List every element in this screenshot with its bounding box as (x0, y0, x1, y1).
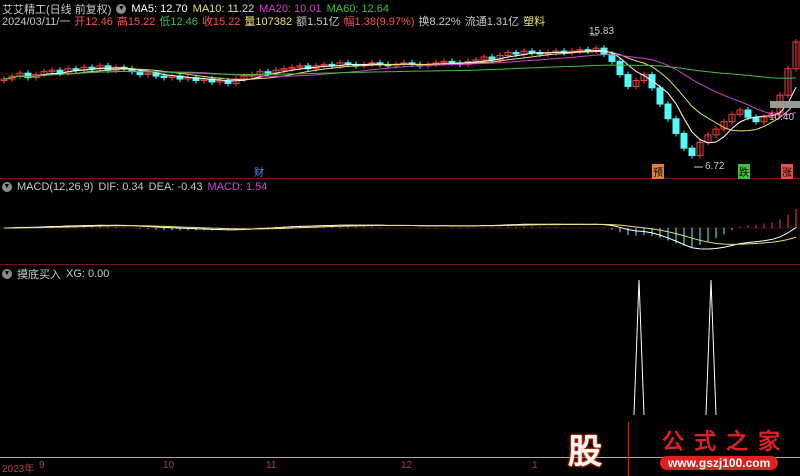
candle-body (264, 71, 272, 74)
axis-year: 2023年 (2, 464, 35, 475)
candle-body (672, 118, 680, 134)
watermark-logo: 股 公式之家 www.gszj100.com (560, 420, 800, 476)
dea-value: DEA: -0.43 (148, 181, 203, 193)
marker-rise[interactable]: 涨 (781, 164, 793, 179)
panel-divider (0, 264, 800, 265)
axis-month: 1 (532, 460, 538, 471)
xg-value: XG: 0.00 (66, 268, 110, 280)
xg-signal-spike (633, 279, 645, 416)
xg-header: ▼ 摸底买入 XG: 0.00 (2, 266, 109, 282)
candle-body (448, 60, 456, 64)
chevron-down-icon[interactable]: ▼ (2, 182, 12, 192)
candle-body (72, 68, 80, 71)
candle-body (512, 52, 520, 55)
macd-title: MACD(12,26,9) (17, 181, 94, 193)
logo-url: www.gszj100.com (660, 456, 779, 470)
candle-body (136, 71, 144, 76)
macd-value: MACD: 1.54 (207, 181, 268, 193)
logo-char: 股 (568, 433, 602, 471)
marker-finance[interactable]: 财 (253, 164, 265, 179)
axis-month: 12 (401, 460, 413, 471)
logo-divider (628, 422, 629, 476)
axis-month: 10 (163, 460, 175, 471)
price-highlight (770, 101, 800, 108)
panel-divider (0, 178, 800, 179)
kline-chart[interactable] (0, 0, 800, 476)
current-price-label: 10.40 (769, 112, 795, 123)
candle-body (656, 87, 664, 105)
axis-month: 9 (39, 460, 45, 471)
min-price-label: 6.72 (705, 161, 725, 172)
candle-body (488, 56, 496, 61)
max-price-label: 15.83 (589, 26, 615, 37)
candle-body (664, 103, 672, 120)
candle-body (752, 116, 760, 123)
candle-body (528, 50, 536, 54)
marker-fall[interactable]: 跌 (738, 164, 750, 179)
xg-signal-spike (705, 279, 717, 416)
candle-body (616, 60, 624, 76)
logo-name: 公式之家 (662, 429, 791, 454)
candle-body (688, 147, 696, 157)
candle-body (344, 62, 352, 65)
candle-body (160, 75, 168, 79)
dif-value: DIF: 0.34 (98, 181, 144, 193)
candle-body (744, 109, 752, 118)
chevron-down-icon[interactable]: ▼ (2, 269, 12, 279)
candle-body (624, 74, 632, 87)
xg-title: 摸底买入 (17, 269, 61, 281)
macd-header: ▼ MACD(12,26,9) DIF: 0.34 DEA: -0.43 MAC… (2, 181, 267, 193)
axis-month: 11 (266, 460, 277, 471)
candle-body (88, 66, 96, 70)
candle-body (680, 132, 688, 149)
marker-forecast[interactable]: 预 (652, 164, 664, 179)
